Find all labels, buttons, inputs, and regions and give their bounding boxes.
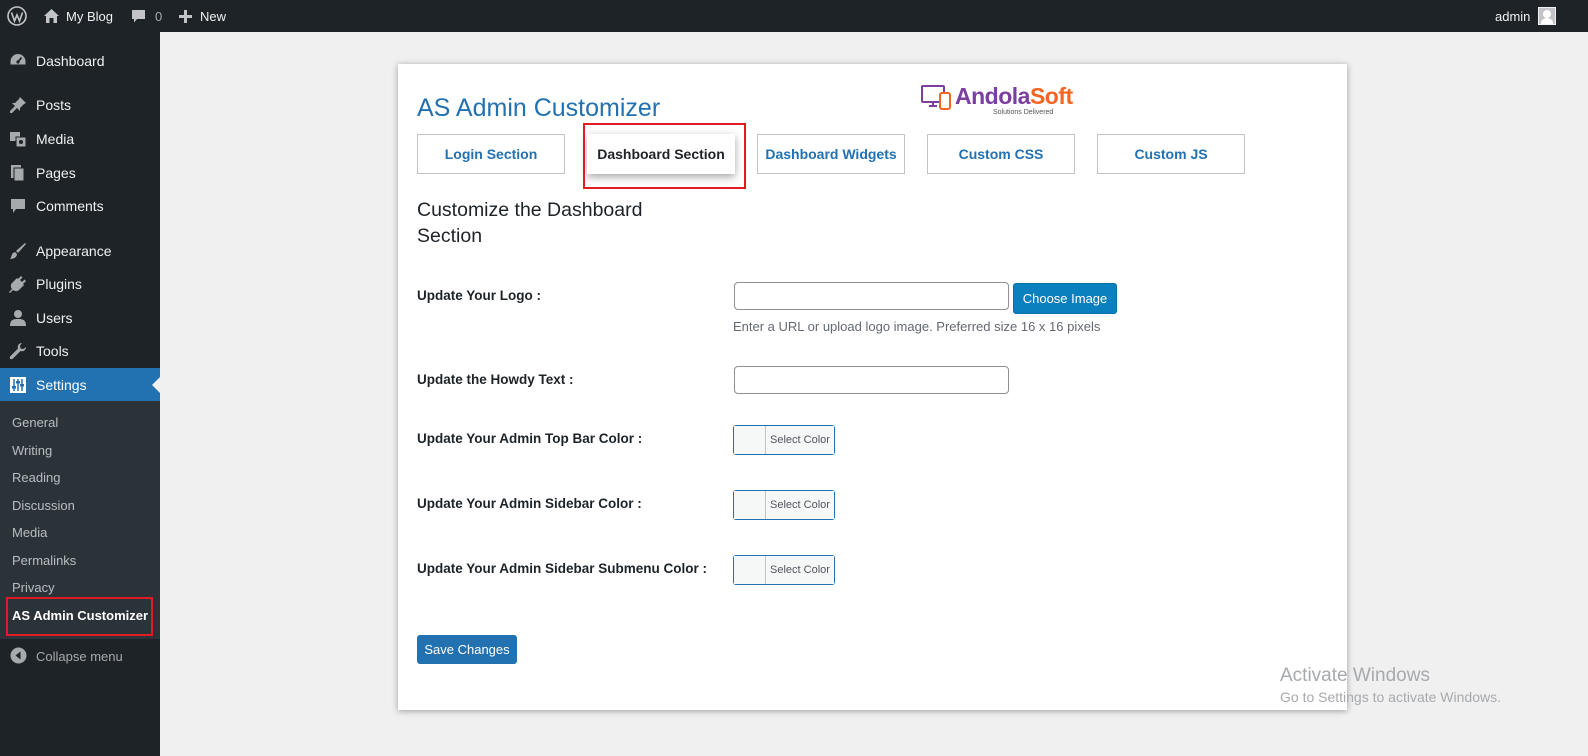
sidebar-item-settings[interactable]: Settings [0,368,160,402]
comments-link[interactable]: 0 [131,0,162,32]
collapse-menu-button[interactable]: Collapse menu [0,644,160,668]
select-color-label: Select Color [766,491,834,519]
media-icon [9,130,27,148]
highlight-box-submenu [6,597,153,636]
collapse-arrow-icon [10,647,27,667]
sidebar-item-label: Settings [36,377,87,393]
plus-icon [179,9,192,23]
sidebar-item-label: Media [36,131,75,147]
choose-image-button[interactable]: Choose Image [1013,283,1117,314]
sidebar-item-dashboard[interactable]: Dashboard [0,44,160,78]
logo-help-text: Enter a URL or upload logo image. Prefer… [733,319,1101,334]
user-icon [9,309,27,327]
andolasoft-logo: AndolaSoft Solutions Delivered [921,83,1073,119]
section-title: Customize the Dashboard Section [417,199,643,247]
submenu-color-label: Update Your Admin Sidebar Submenu Color … [417,561,708,576]
watermark-subtitle: Go to Settings to activate Windows. [1280,689,1501,705]
select-color-label: Select Color [766,426,834,454]
logo-brand-b: Soft [1029,83,1073,109]
sidebar-item-label: Comments [36,198,104,214]
sidebar-item-label: Dashboard [36,53,105,69]
new-content-link[interactable]: New [179,0,226,32]
device-logo-icon [921,85,951,110]
wordpress-icon[interactable] [7,0,27,32]
sidebar-item-label: Plugins [36,276,82,292]
sidebar-item-comments[interactable]: Comments [0,189,160,223]
current-menu-arrow [152,377,160,393]
tab-custom-js[interactable]: Custom JS [1097,134,1245,174]
logo-wordmark: AndolaSoft [955,83,1073,110]
tab-custom-css[interactable]: Custom CSS [927,134,1075,174]
howdy-text-input[interactable] [734,366,1009,394]
sidebar-item-label: Appearance [36,243,112,259]
pin-icon [9,96,27,114]
sidebar-item-media[interactable]: Media [0,122,160,156]
sidebar-item-label: Tools [36,343,69,359]
submenu-item-writing[interactable]: Writing [12,443,52,458]
pages-icon [9,164,27,182]
brush-icon [9,242,27,260]
sidebar-item-tools[interactable]: Tools [0,334,160,368]
settings-icon [9,376,27,394]
submenu-item-reading[interactable]: Reading [12,470,60,485]
avatar [1538,7,1557,25]
logo-brand-a: Andola [955,83,1030,109]
submenu-item-general[interactable]: General [12,415,58,430]
collapse-menu-label: Collapse menu [36,648,123,664]
topbar-color-label: Update Your Admin Top Bar Color : [417,431,643,446]
settings-card: AS Admin Customizer AndolaSoft Solutions… [398,64,1347,710]
home-icon [43,8,60,24]
howdy-field-label: Update the Howdy Text : [417,372,574,387]
select-color-label: Select Color [766,556,834,584]
windows-activation-watermark: Activate Windows Go to Settings to activ… [1280,665,1501,705]
submenu-item-privacy[interactable]: Privacy [12,580,55,595]
sidebar-item-pages[interactable]: Pages [0,156,160,190]
sidebar-color-label: Update Your Admin Sidebar Color : [417,496,642,511]
sidebar-item-plugins[interactable]: Plugins [0,267,160,301]
sidebar-item-label: Users [36,310,73,326]
tab-dashboard-widgets[interactable]: Dashboard Widgets [757,134,905,174]
submenu-item-discussion[interactable]: Discussion [12,498,75,513]
sidebar-item-appearance[interactable]: Appearance [0,234,160,268]
comments-count: 0 [155,8,163,24]
submenu-color-picker[interactable]: Select Color [733,555,835,585]
user-account-link[interactable]: admin [1495,0,1557,32]
comment-icon [9,197,27,215]
logo-tagline: Solutions Delivered [993,109,1054,116]
sidebar-item-users[interactable]: Users [0,301,160,335]
new-label: New [200,8,227,24]
logo-field-label: Update Your Logo : [417,288,541,303]
comment-icon [131,9,146,24]
user-name: admin [1495,8,1531,24]
submenu-item-permalinks[interactable]: Permalinks [12,553,76,568]
sidebar-item-label: Pages [36,165,76,181]
topbar-color-picker[interactable]: Select Color [733,425,835,455]
site-name-link[interactable]: My Blog [43,0,113,32]
wrench-icon [9,342,27,360]
color-swatch [734,491,766,519]
plug-icon [9,275,27,293]
sidebar-item-posts[interactable]: Posts [0,88,160,122]
highlight-box-tab [583,123,746,189]
tab-login-section[interactable]: Login Section [417,134,565,174]
site-name: My Blog [66,8,113,24]
save-changes-button[interactable]: Save Changes [417,635,517,664]
page-scrollbar[interactable] [1580,32,1588,756]
color-swatch [734,556,766,584]
watermark-title: Activate Windows [1280,665,1430,686]
sidebar-color-picker[interactable]: Select Color [733,490,835,520]
sidebar-item-label: Posts [36,97,72,113]
dashboard-icon [9,52,27,70]
color-swatch [734,426,766,454]
page-title: AS Admin Customizer [417,94,661,122]
logo-url-input[interactable] [734,282,1009,310]
admin-bar: My Blog 0 New admin [0,0,1588,32]
submenu-item-media[interactable]: Media [12,525,47,540]
